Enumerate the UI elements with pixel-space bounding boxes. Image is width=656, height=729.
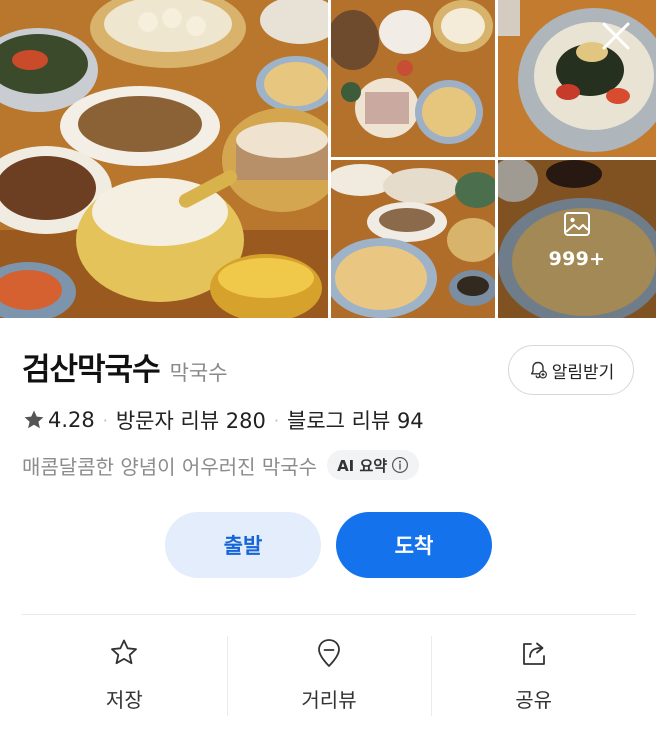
stats-row: 4.28 · 방문자 리뷰 280 · 블로그 리뷰 94 — [22, 405, 424, 435]
save-label: 저장 — [105, 688, 143, 712]
place-category: 막국수 — [169, 361, 228, 385]
bell-plus-icon — [530, 361, 547, 379]
visitor-reviews-link[interactable]: 방문자 리뷰 280 — [116, 405, 266, 435]
image-icon — [564, 212, 590, 236]
photo-thumbnail[interactable] — [331, 160, 495, 318]
street-view-button[interactable]: 거리뷰 — [226, 632, 432, 716]
separator-dot: · — [273, 410, 279, 430]
ai-summary-badge[interactable]: AI 요약 — [327, 450, 420, 480]
photo-thumbnail[interactable] — [331, 0, 495, 157]
notify-label: 알림받기 — [551, 362, 615, 383]
photo-count-overlay[interactable]: 999+ — [498, 160, 656, 318]
info-icon — [392, 456, 409, 474]
title-row: 검산막국수 막국수 — [22, 344, 228, 389]
star-icon — [24, 410, 44, 429]
blog-reviews-link[interactable]: 블로그 리뷰 94 — [287, 405, 424, 435]
divider — [22, 614, 636, 615]
share-label: 공유 — [515, 688, 553, 712]
photo-gallery: 999+ — [0, 0, 656, 318]
place-name: 검산막국수 — [22, 352, 161, 388]
separator-dot: · — [102, 410, 108, 430]
notify-button[interactable]: 알림받기 — [508, 345, 634, 395]
ai-badge-label: AI 요약 — [337, 456, 388, 475]
photo-main[interactable] — [0, 0, 328, 318]
close-button[interactable] — [596, 16, 636, 56]
save-button[interactable]: 저장 — [22, 632, 227, 716]
photo-count: 999+ — [548, 248, 606, 270]
share-icon — [522, 642, 545, 665]
star-outline-icon — [111, 639, 138, 665]
share-button[interactable]: 공유 — [431, 632, 636, 716]
action-bar: 저장 거리뷰 공유 — [22, 632, 636, 716]
arrive-button[interactable]: 도착 — [336, 512, 492, 578]
close-icon — [602, 22, 630, 50]
depart-button[interactable]: 출발 — [165, 512, 321, 578]
rating-value: 4.28 — [48, 408, 95, 432]
photo-more[interactable]: 999+ — [498, 160, 656, 318]
street-view-pin-icon — [318, 639, 340, 667]
street-view-label: 거리뷰 — [301, 688, 357, 712]
summary-row: 매콤달콤한 양념이 어우러진 막국수 AI 요약 — [22, 450, 420, 480]
ai-summary-text: 매콤달콤한 양념이 어우러진 막국수 — [22, 454, 318, 479]
